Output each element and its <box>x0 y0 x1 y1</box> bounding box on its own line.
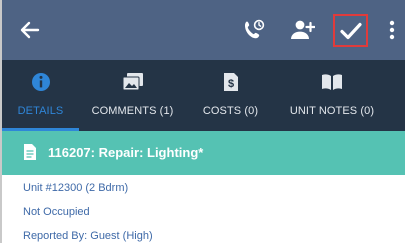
occupancy-text: Not Occupied <box>23 206 90 218</box>
tab-comments[interactable]: COMMENTS (1) <box>79 60 186 131</box>
tab-costs[interactable]: $ COSTS (0) <box>186 60 275 131</box>
unit-text: Unit #12300 (2 Bdrm) <box>23 182 129 194</box>
open-book-icon <box>321 71 343 93</box>
document-icon <box>23 143 37 161</box>
tab-label: COSTS (0) <box>202 105 259 117</box>
tab-label: DETAILS <box>17 105 64 117</box>
back-arrow-icon[interactable] <box>16 16 44 44</box>
phone-clock-icon[interactable] <box>240 16 268 44</box>
checkmark-icon <box>339 22 362 39</box>
details-panel: Unit #12300 (2 Bdrm) Not Occupied Report… <box>2 175 405 243</box>
work-order-screen: DETAILS COMMENTS (1) $ COSTS (0) UNIT NO… <box>0 0 405 243</box>
reported-by-text: Reported By: Guest (High) <box>23 230 153 242</box>
work-order-header: 116207: Repair: Lighting* <box>2 131 405 175</box>
app-bar <box>2 0 405 60</box>
tab-details[interactable]: DETAILS <box>2 60 79 131</box>
complete-checkmark-button[interactable] <box>333 14 368 47</box>
info-circle-icon <box>30 71 52 93</box>
tab-label: UNIT NOTES (0) <box>289 105 375 117</box>
tab-unit-notes[interactable]: UNIT NOTES (0) <box>275 60 389 131</box>
add-person-icon[interactable] <box>287 16 317 44</box>
dollar-document-icon: $ <box>220 71 242 93</box>
tab-label: COMMENTS (1) <box>91 105 174 117</box>
tab-bar: DETAILS COMMENTS (1) $ COSTS (0) UNIT NO… <box>2 60 405 131</box>
more-vertical-icon[interactable] <box>384 16 400 44</box>
svg-text:$: $ <box>227 78 233 90</box>
work-order-title: 116207: Repair: Lighting* <box>48 145 204 160</box>
image-gallery-icon <box>122 71 144 93</box>
